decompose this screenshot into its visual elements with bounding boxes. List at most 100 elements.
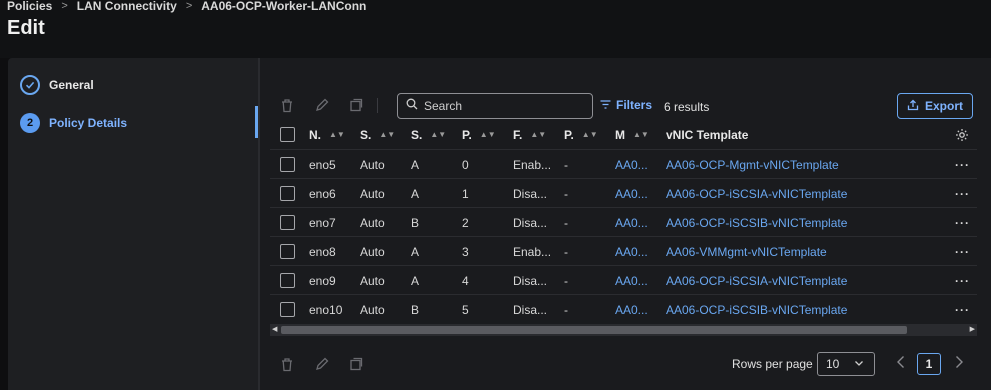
select-all-checkbox[interactable] — [280, 127, 295, 142]
cell-f: Enab... — [513, 157, 552, 172]
horizontal-scrollbar[interactable]: ◀ ▶ — [270, 324, 977, 336]
table-row[interactable]: eno9 Auto A 4 Disa... - AA0... AA06-OCP-… — [270, 265, 977, 294]
previous-page-icon[interactable] — [896, 355, 906, 373]
table-row[interactable]: eno6 Auto A 1 Disa... - AA0... AA06-OCP-… — [270, 178, 977, 207]
row-checkbox[interactable] — [280, 273, 295, 288]
cell-name: eno8 — [309, 244, 336, 259]
breadcrumb: Policies > LAN Connectivity > AA06-OCP-W… — [7, 0, 366, 13]
more-actions-icon[interactable]: ··· — [955, 266, 970, 295]
column-header-name[interactable]: N. ▲▼ — [309, 120, 345, 149]
wizard-steps-panel: General 2 Policy Details — [8, 58, 258, 390]
table-row[interactable]: eno10 Auto B 5 Disa... - AA0... AA06-OCP… — [270, 294, 977, 323]
row-checkbox[interactable] — [280, 244, 295, 259]
chevron-down-icon — [854, 358, 864, 371]
cell-m-link[interactable]: AA0... — [615, 266, 648, 295]
column-header-vnic-template[interactable]: vNIC Template — [666, 120, 748, 149]
rows-per-page-label: Rows per page — [732, 357, 813, 371]
delete-icon[interactable] — [280, 98, 294, 113]
cell-p2: - — [564, 302, 568, 317]
table-row[interactable]: eno5 Auto A 0 Enab... - AA0... AA06-OCP-… — [270, 149, 977, 178]
scroll-left-icon[interactable]: ◀ — [272, 325, 277, 333]
vnic-template-link[interactable]: AA06-OCP-iSCSIA-vNICTemplate — [666, 266, 847, 295]
column-header-s1[interactable]: S. ▲▼ — [360, 120, 395, 149]
search-placeholder: Search — [424, 99, 463, 113]
step-policy-details[interactable]: 2 Policy Details — [20, 113, 127, 133]
rows-per-page-select[interactable]: 10 — [817, 352, 875, 376]
page-header: Policies > LAN Connectivity > AA06-OCP-W… — [0, 0, 991, 58]
gear-icon[interactable] — [955, 120, 969, 149]
cell-m-link[interactable]: AA0... — [615, 179, 648, 208]
cell-m-link[interactable]: AA0... — [615, 150, 648, 179]
vnic-template-link[interactable]: AA06-OCP-Mgmt-vNICTemplate — [666, 150, 839, 179]
column-header-s2[interactable]: S. ▲▼ — [411, 120, 446, 149]
cell-m-link[interactable]: AA0... — [615, 295, 648, 324]
check-icon — [20, 75, 40, 95]
more-actions-icon[interactable]: ··· — [955, 150, 970, 179]
cell-f: Disa... — [513, 273, 548, 288]
cell-s1: Auto — [360, 273, 385, 288]
scrollbar-thumb[interactable] — [281, 326, 907, 334]
row-checkbox[interactable] — [280, 302, 295, 317]
sort-icon: ▲▼ — [479, 130, 496, 139]
step-number-badge: 2 — [20, 113, 40, 133]
sort-icon: ▲▼ — [430, 130, 447, 139]
cell-m-link[interactable]: AA0... — [615, 237, 648, 266]
export-icon — [907, 99, 919, 114]
next-page-icon[interactable] — [954, 355, 964, 373]
edit-icon[interactable] — [315, 357, 329, 371]
breadcrumb-lan-connectivity[interactable]: LAN Connectivity — [77, 0, 177, 13]
cell-s1: Auto — [360, 244, 385, 259]
cell-s2: A — [411, 273, 420, 288]
step-general[interactable]: General — [20, 75, 94, 95]
vnic-template-link[interactable]: AA06-VMMgmt-vNICTemplate — [666, 237, 827, 266]
cell-m-link[interactable]: AA0... — [615, 208, 648, 237]
breadcrumb-policies[interactable]: Policies — [7, 0, 52, 13]
cell-s2: B — [411, 215, 420, 230]
clone-icon[interactable] — [349, 98, 363, 112]
more-actions-icon[interactable]: ··· — [955, 179, 970, 208]
clone-icon[interactable] — [349, 357, 363, 371]
vnic-template-link[interactable]: AA06-OCP-iSCSIA-vNICTemplate — [666, 179, 847, 208]
cell-name: eno5 — [309, 157, 336, 172]
chevron-right-icon: > — [61, 0, 68, 12]
column-header-f[interactable]: F. ▲▼ — [513, 120, 546, 149]
table-row[interactable]: eno8 Auto A 3 Enab... - AA0... AA06-VMMg… — [270, 236, 977, 265]
cell-p2: - — [564, 273, 568, 288]
cell-p2: - — [564, 244, 568, 259]
cell-f: Disa... — [513, 215, 548, 230]
column-header-p1[interactable]: P. ▲▼ — [462, 120, 496, 149]
export-button[interactable]: Export — [897, 93, 973, 119]
column-header-p2[interactable]: P. ▲▼ — [564, 120, 598, 149]
more-actions-icon[interactable]: ··· — [955, 237, 970, 266]
delete-icon[interactable] — [280, 357, 294, 372]
more-actions-icon[interactable]: ··· — [955, 208, 970, 237]
column-header-m[interactable]: M ▲▼ — [615, 120, 649, 149]
cell-p1: 2 — [462, 215, 469, 230]
vnic-template-link[interactable]: AA06-OCP-iSCSIB-vNICTemplate — [666, 295, 847, 324]
search-icon — [406, 97, 418, 115]
cell-s1: Auto — [360, 215, 385, 230]
scroll-right-icon[interactable]: ▶ — [970, 325, 975, 333]
current-page[interactable]: 1 — [917, 353, 941, 375]
chevron-right-icon: > — [185, 0, 193, 12]
table-row[interactable]: eno7 Auto B 2 Disa... - AA0... AA06-OCP-… — [270, 207, 977, 236]
row-checkbox[interactable] — [280, 215, 295, 230]
filters-button[interactable]: Filters — [600, 98, 652, 112]
policy-details-main: Search Filters 6 results Export N. ▲▼ S. ▲… — [260, 58, 991, 390]
cell-p1: 0 — [462, 157, 469, 172]
results-count: 6 results — [664, 100, 710, 114]
row-checkbox[interactable] — [280, 157, 295, 172]
search-input[interactable]: Search — [397, 93, 593, 119]
table-header-row: N. ▲▼ S. ▲▼ S. ▲▼ P. ▲▼ F. ▲▼ P. ▲▼ M ▲▼ vNIC T… — [270, 120, 977, 149]
vnic-template-link[interactable]: AA06-OCP-iSCSIB-vNICTemplate — [666, 208, 847, 237]
edit-icon[interactable] — [315, 98, 329, 112]
cell-s2: A — [411, 186, 420, 201]
sort-icon: ▲▼ — [581, 130, 598, 139]
sort-icon: ▲▼ — [379, 130, 396, 139]
cell-name: eno9 — [309, 273, 336, 288]
more-actions-icon[interactable]: ··· — [955, 295, 970, 324]
cell-p1: 1 — [462, 186, 469, 201]
row-checkbox[interactable] — [280, 186, 295, 201]
cell-s1: Auto — [360, 157, 385, 172]
sort-icon: ▲▼ — [633, 130, 649, 139]
